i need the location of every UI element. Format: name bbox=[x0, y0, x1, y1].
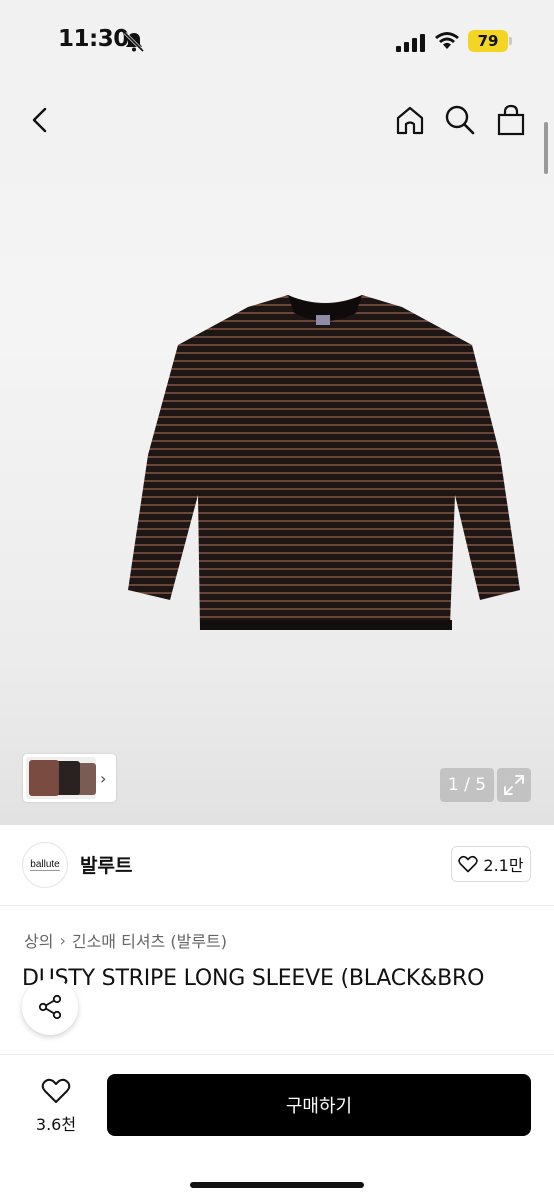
wishlist-count: 3.6천 bbox=[35, 1115, 77, 1134]
battery-indicator: 79 bbox=[468, 30, 508, 52]
home-icon bbox=[396, 106, 424, 135]
product-title: DUSTY STRIPE LONG SLEEVE (BLACK&BRO bbox=[22, 966, 485, 991]
home-button[interactable] bbox=[388, 98, 432, 142]
breadcrumb-separator-icon: › bbox=[59, 930, 66, 950]
thumbnail-strip[interactable]: › bbox=[23, 754, 116, 802]
chevron-left-icon bbox=[32, 107, 47, 133]
expand-button[interactable] bbox=[497, 768, 531, 802]
status-bar: 11:30 79 bbox=[0, 0, 554, 84]
cellular-signal-icon bbox=[396, 34, 425, 52]
breadcrumb: 상의 › 긴소매 티셔츠 (발루트) bbox=[24, 928, 227, 952]
bottom-action-bar: 3.6천 구매하기 bbox=[0, 1054, 554, 1200]
home-indicator bbox=[190, 1182, 364, 1188]
breadcrumb-item-subcategory[interactable]: 긴소매 티셔츠 (발루트) bbox=[72, 928, 227, 952]
brand-like-button[interactable]: 2.1만 bbox=[451, 846, 531, 882]
image-counter: 1 / 5 bbox=[440, 768, 494, 802]
thumbnail-next-icon: › bbox=[100, 768, 107, 788]
shopping-bag-icon bbox=[497, 104, 525, 136]
brand-logo-text: ballute bbox=[30, 858, 60, 870]
status-time: 11:30 bbox=[58, 26, 129, 52]
share-icon bbox=[38, 994, 62, 1020]
scrollbar[interactable] bbox=[544, 122, 548, 174]
product-image bbox=[128, 295, 520, 630]
cart-button[interactable] bbox=[489, 98, 533, 142]
battery-tip bbox=[509, 37, 512, 45]
buy-button[interactable]: 구매하기 bbox=[107, 1074, 531, 1136]
heart-icon bbox=[458, 855, 479, 873]
brand-row[interactable]: ballute 발루트 2.1만 bbox=[0, 826, 554, 906]
heart-icon bbox=[41, 1078, 71, 1103]
thumbnail-image bbox=[26, 757, 96, 799]
wishlist-button[interactable]: 3.6천 bbox=[22, 1077, 90, 1137]
brand-like-count: 2.1만 bbox=[483, 856, 524, 875]
wifi-icon bbox=[435, 32, 459, 49]
bell-off-icon bbox=[123, 31, 145, 53]
back-button[interactable] bbox=[18, 98, 62, 142]
search-icon bbox=[445, 105, 475, 135]
brand-name[interactable]: 발루트 bbox=[80, 851, 132, 878]
search-button[interactable] bbox=[438, 98, 482, 142]
top-nav bbox=[0, 96, 554, 146]
expand-icon bbox=[504, 775, 524, 795]
brand-logo-underline bbox=[30, 869, 60, 871]
brand-logo[interactable]: ballute bbox=[22, 842, 68, 888]
breadcrumb-item-category[interactable]: 상의 bbox=[24, 928, 53, 952]
share-button[interactable] bbox=[22, 979, 78, 1035]
